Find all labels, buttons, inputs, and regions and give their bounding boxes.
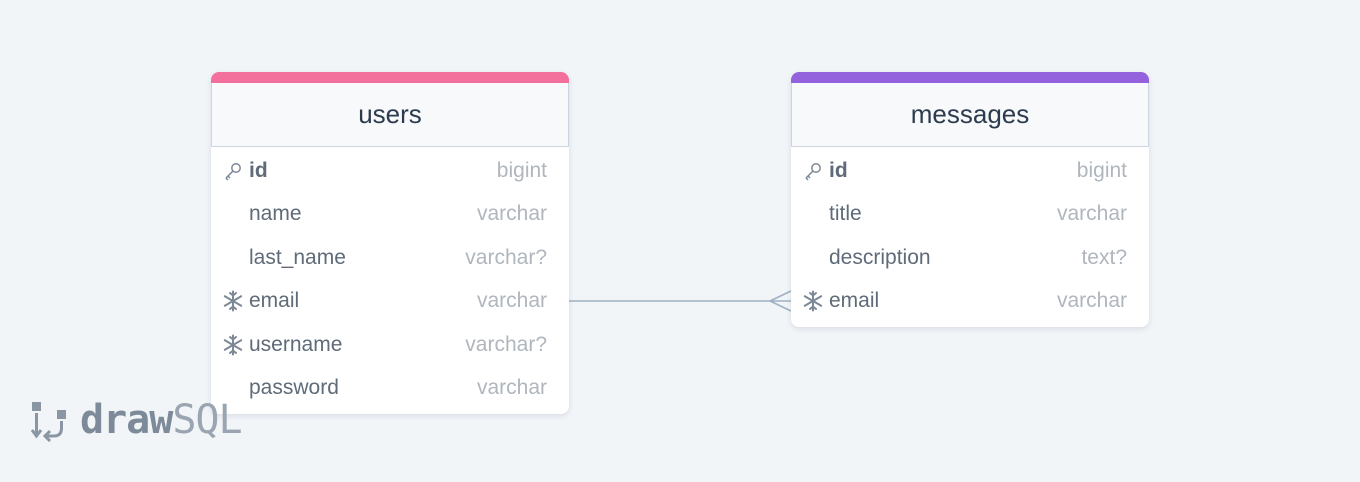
column-name: id: [249, 158, 268, 182]
column-type: varchar: [1056, 289, 1127, 313]
column-name: last_name: [249, 245, 346, 269]
column-type: bigint: [496, 158, 547, 182]
crows-foot-upper: [769, 290, 792, 302]
column-name: username: [249, 332, 343, 356]
messages-column-title[interactable]: title varchar: [791, 193, 1149, 237]
key-icon: [222, 160, 244, 182]
column-name: email: [829, 289, 880, 313]
snowflake-icon: [222, 334, 244, 356]
crows-foot-lower: [769, 300, 792, 312]
column-type: varchar: [476, 289, 547, 313]
column-type: varchar?: [465, 245, 547, 269]
drawsql-logo-icon: [30, 402, 66, 442]
column-type: varchar: [476, 376, 547, 400]
column-name: name: [249, 202, 302, 226]
users-column-email[interactable]: email varchar: [211, 280, 569, 324]
column-name: title: [829, 202, 862, 226]
column-type: text?: [1081, 245, 1127, 269]
column-type: varchar: [1056, 202, 1127, 226]
users-table-title[interactable]: users: [211, 83, 569, 147]
messages-table-accent: [791, 72, 1149, 83]
logo-text-sql: SQL: [172, 397, 242, 443]
snowflake-icon: [802, 290, 824, 312]
users-table[interactable]: users id bigint name varchar last_name v…: [211, 72, 569, 414]
snowflake-icon: [222, 290, 244, 312]
users-column-username[interactable]: username varchar?: [211, 323, 569, 367]
messages-column-id[interactable]: id bigint: [791, 149, 1149, 193]
column-type: bigint: [1076, 158, 1127, 182]
messages-column-email[interactable]: email varchar: [791, 280, 1149, 324]
users-column-password[interactable]: password varchar: [211, 367, 569, 411]
column-name: password: [249, 376, 339, 400]
column-name: email: [249, 289, 300, 313]
column-type: varchar: [476, 202, 547, 226]
messages-table[interactable]: messages id bigint title varchar descrip…: [791, 72, 1149, 327]
users-column-last-name[interactable]: last_name varchar?: [211, 236, 569, 280]
column-name: description: [829, 245, 931, 269]
drawsql-logo: draw SQL: [30, 396, 243, 444]
key-icon: [802, 160, 824, 182]
logo-text-draw: draw: [80, 397, 173, 443]
users-column-name[interactable]: name varchar: [211, 193, 569, 237]
column-name: id: [829, 158, 848, 182]
messages-table-title[interactable]: messages: [791, 83, 1149, 147]
users-column-id[interactable]: id bigint: [211, 149, 569, 193]
column-type: varchar?: [465, 332, 547, 356]
messages-column-description[interactable]: description text?: [791, 236, 1149, 280]
users-table-accent: [211, 72, 569, 83]
